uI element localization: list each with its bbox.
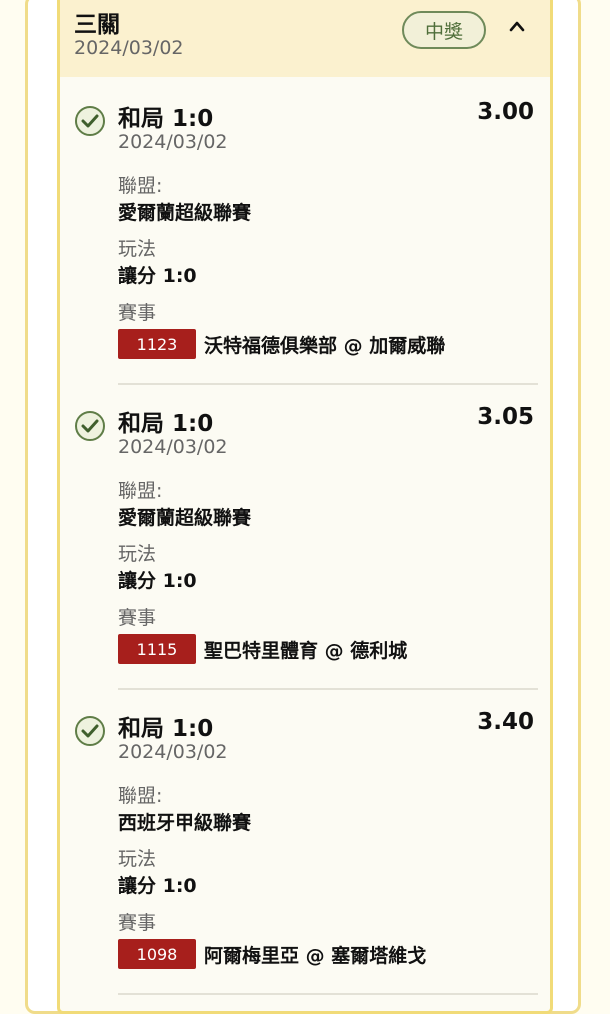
match-name: 沃特福德俱樂部 @ 加爾威聯 [204, 335, 446, 357]
match-id-badge: 1098 [118, 939, 196, 969]
win-status-badge: 中獎 [402, 11, 486, 49]
match-id-badge: 1123 [118, 329, 196, 359]
bet-type-value: 讓分 1:0 [118, 265, 197, 287]
pick-label: 和局 1:0 [118, 411, 214, 437]
match-label: 賽事 [118, 912, 157, 934]
match-label: 賽事 [118, 607, 157, 629]
bet-leg: 和局 1:0 3.05 2024/03/02 聯盟: 愛爾蘭超級聯賽 玩法 讓分… [60, 392, 550, 697]
pick-label: 和局 1:0 [118, 106, 214, 132]
check-circle-icon [75, 411, 105, 441]
odds-value: 3.00 [477, 99, 534, 125]
match-name: 阿爾梅里亞 @ 塞爾塔維戈 [204, 945, 427, 967]
parlay-card: 三關 2024/03/02 中獎 和局 1:0 3.00 2024/03/02 … [57, 0, 553, 1014]
match-id-badge: 1115 [118, 634, 196, 664]
leg-divider [118, 383, 538, 385]
collapse-button[interactable] [504, 11, 530, 41]
bet-type-value: 讓分 1:0 [118, 875, 197, 897]
leg-divider [118, 688, 538, 690]
league-value: 愛爾蘭超級聯賽 [118, 202, 252, 224]
bet-type-label: 玩法 [118, 848, 157, 870]
leg-date: 2024/03/02 [118, 741, 228, 763]
leg-divider [118, 993, 538, 995]
bet-type-label: 玩法 [118, 543, 157, 565]
match-label: 賽事 [118, 302, 157, 324]
bet-type-label: 玩法 [118, 238, 157, 260]
check-circle-icon [75, 716, 105, 746]
bet-leg: 和局 1:0 3.40 2024/03/02 聯盟: 西班牙甲級聯賽 玩法 讓分… [60, 697, 550, 1002]
odds-value: 3.40 [477, 709, 534, 735]
check-circle-icon [75, 106, 105, 136]
parlay-date: 2024/03/02 [74, 37, 184, 59]
leg-date: 2024/03/02 [118, 436, 228, 458]
bet-leg: 和局 1:0 3.00 2024/03/02 聯盟: 愛爾蘭超級聯賽 玩法 讓分… [60, 87, 550, 392]
league-label: 聯盟: [118, 785, 163, 807]
odds-value: 3.05 [477, 404, 534, 430]
league-label: 聯盟: [118, 480, 163, 502]
bet-type-value: 讓分 1:0 [118, 570, 197, 592]
leg-date: 2024/03/02 [118, 131, 228, 153]
match-name: 聖巴特里體育 @ 德利城 [204, 640, 408, 662]
parlay-header[interactable]: 三關 2024/03/02 中獎 [60, 0, 550, 77]
league-value: 西班牙甲級聯賽 [118, 812, 252, 834]
pick-label: 和局 1:0 [118, 716, 214, 742]
league-value: 愛爾蘭超級聯賽 [118, 507, 252, 529]
league-label: 聯盟: [118, 175, 163, 197]
chevron-up-icon [509, 21, 525, 32]
parlay-title: 三關 [74, 12, 120, 38]
